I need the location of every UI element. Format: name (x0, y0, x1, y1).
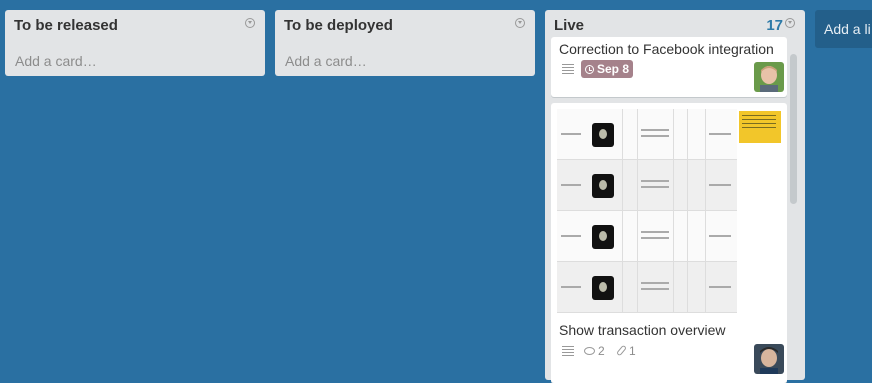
card-cover-image (557, 109, 737, 313)
list-live[interactable]: Live 17 Correction to Facebook integrati… (545, 10, 805, 383)
list-menu-icon[interactable] (245, 18, 255, 28)
list-scrollbar[interactable] (790, 54, 797, 204)
due-date-badge[interactable]: Sep 8 (581, 60, 634, 78)
description-icon (562, 346, 574, 356)
list-menu-icon[interactable] (515, 18, 525, 28)
card-title: Show transaction overview (559, 322, 726, 338)
add-card-link[interactable]: Add a card… (285, 53, 367, 69)
list-to-be-released[interactable]: To be released Add a card… (5, 10, 265, 76)
clock-icon (585, 64, 594, 74)
list-title[interactable]: To be released (14, 17, 118, 34)
avatar[interactable] (754, 62, 784, 92)
card-facebook-integration[interactable]: Correction to Facebook integration Sep 8 (551, 37, 787, 97)
list-header: To be released (5, 10, 265, 42)
preview-row (557, 211, 737, 262)
list-title[interactable]: Live (554, 17, 584, 34)
attachment-count: 1 (629, 344, 636, 358)
comment-count: 2 (598, 344, 605, 358)
preview-row (557, 109, 737, 160)
card-transaction-overview[interactable]: Show transaction overview 2 1 (551, 103, 787, 383)
tshirt-thumbnail (592, 174, 614, 198)
due-date-text: Sep 8 (597, 62, 630, 76)
preview-row (557, 262, 737, 313)
card-title: Correction to Facebook integration (559, 41, 774, 57)
tshirt-thumbnail (592, 123, 614, 147)
add-list-button[interactable]: Add a li (815, 10, 872, 48)
tshirt-thumbnail (592, 276, 614, 300)
list-menu-icon[interactable] (785, 18, 795, 28)
sticky-note (739, 111, 781, 143)
description-icon (562, 64, 574, 74)
tshirt-thumbnail (592, 225, 614, 249)
preview-row (557, 160, 737, 211)
attachment-icon (616, 344, 627, 357)
list-title[interactable]: To be deployed (284, 17, 393, 34)
card-count: 17 (766, 17, 783, 34)
comment-icon (584, 347, 595, 355)
list-header: To be deployed (275, 10, 535, 42)
add-list-label: Add a li (824, 21, 871, 37)
list-to-be-deployed[interactable]: To be deployed Add a card… (275, 10, 535, 76)
add-card-link[interactable]: Add a card… (15, 53, 97, 69)
avatar[interactable] (754, 344, 784, 374)
